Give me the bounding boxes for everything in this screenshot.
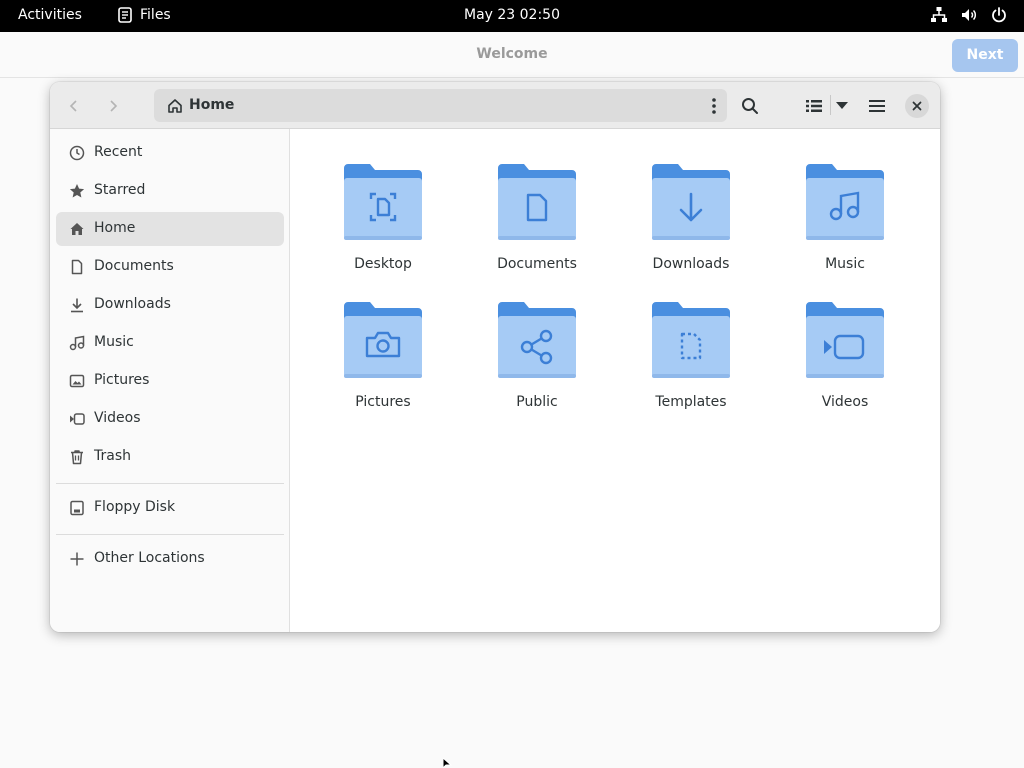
back-button[interactable] [62,94,86,118]
sidebar-item-label: Home [94,220,136,236]
public-folder-icon [498,302,576,378]
list-view-icon [806,100,822,112]
drive-icon [70,500,84,516]
list-view-button[interactable] [801,93,827,119]
welcome-header: Welcome [0,32,1024,78]
document-icon [71,259,83,275]
sidebar-item-documents[interactable]: Documents [56,250,284,284]
folder-label: Music [825,256,865,272]
folder-label: Desktop [354,256,412,272]
sidebar-item-pictures[interactable]: Pictures [56,364,284,398]
templates-folder-icon [652,302,730,378]
power-icon[interactable] [990,6,1008,24]
volume-icon[interactable] [960,6,978,24]
sidebar-item-label: Downloads [94,296,171,312]
chevron-left-icon [69,100,77,112]
path-bar[interactable]: Home [154,89,727,122]
top-bar: Activities Files May 23 02:50 [0,0,1024,32]
sidebar-item-home[interactable]: Home [56,212,284,246]
sidebar-item-label: Recent [94,144,143,160]
system-tray[interactable] [930,6,1008,24]
folder-documents[interactable]: Documents [477,162,597,292]
documents-folder-icon [498,164,576,240]
video-icon [70,413,85,425]
clock[interactable]: May 23 02:50 [464,7,560,23]
folder-videos[interactable]: Videos [785,300,905,430]
sidebar-item-label: Trash [94,448,131,464]
close-icon [912,101,922,111]
folder-label: Pictures [355,394,411,410]
folder-label: Public [516,394,558,410]
main-menu-button[interactable] [864,93,890,119]
sidebar-item-recent[interactable]: Recent [56,136,284,170]
picture-icon [69,374,85,388]
sidebar: Recent Starred Home Documents Downloads … [50,129,290,632]
sidebar-item-downloads[interactable]: Downloads [56,288,284,322]
star-icon [69,184,85,198]
folder-desktop[interactable]: Desktop [323,162,443,292]
sidebar-item-floppy-disk[interactable]: Floppy Disk [56,491,284,525]
view-options-button[interactable] [829,93,855,119]
folder-music[interactable]: Music [785,162,905,292]
downloads-folder-icon [652,164,730,240]
forward-button[interactable] [101,94,125,118]
hamburger-menu-icon [869,100,885,112]
header-bar: Home [50,82,940,129]
app-menu-label: Files [140,7,171,23]
home-icon [168,99,182,113]
folder-label: Documents [497,256,577,272]
folder-view[interactable]: Desktop Documents Downloads Music Pictur… [291,129,940,632]
home-icon [70,223,84,235]
sidebar-item-label: Documents [94,258,174,274]
sidebar-separator [56,483,284,484]
search-icon [742,98,758,114]
welcome-title: Welcome [476,46,548,62]
network-icon[interactable] [930,6,948,24]
sidebar-item-trash[interactable]: Trash [56,440,284,474]
download-icon [71,298,83,313]
chevron-down-icon [836,102,848,109]
plus-icon [70,552,84,566]
chevron-right-icon [110,100,118,112]
search-button[interactable] [737,93,763,119]
music-folder-icon [806,164,884,240]
folder-label: Videos [821,394,869,410]
sidebar-item-label: Music [94,334,134,350]
sidebar-item-label: Floppy Disk [94,499,176,515]
files-app-icon [118,7,132,23]
music-icon [69,335,85,351]
sidebar-separator [56,534,284,535]
kebab-menu-icon[interactable] [711,97,717,115]
folder-label: Templates [655,394,727,410]
folder-public[interactable]: Public [477,300,597,430]
clock-icon [69,145,85,161]
activities-button[interactable]: Activities [18,7,82,23]
next-button[interactable]: Next [952,39,1018,72]
folder-label: Downloads [652,256,730,272]
sidebar-item-label: Videos [94,410,141,426]
sidebar-item-videos[interactable]: Videos [56,402,284,436]
folder-templates[interactable]: Templates [631,300,751,430]
folder-downloads[interactable]: Downloads [631,162,751,292]
app-menu[interactable]: Files [118,7,171,23]
path-label[interactable]: Home [189,97,234,113]
sidebar-item-label: Other Locations [94,550,205,566]
mouse-cursor-icon [443,758,453,768]
folder-pictures[interactable]: Pictures [323,300,443,430]
files-window: Home Recent Starred Home Documents Downl… [50,82,940,632]
sidebar-item-other-locations[interactable]: Other Locations [56,542,284,576]
sidebar-item-starred[interactable]: Starred [56,174,284,208]
sidebar-item-music[interactable]: Music [56,326,284,360]
sidebar-item-label: Pictures [94,372,150,388]
sidebar-item-label: Starred [94,182,146,198]
videos-folder-icon [806,302,884,378]
close-window-button[interactable] [905,94,929,118]
trash-icon [71,450,83,465]
pictures-folder-icon [344,302,422,378]
desktop-folder-icon [344,164,422,240]
